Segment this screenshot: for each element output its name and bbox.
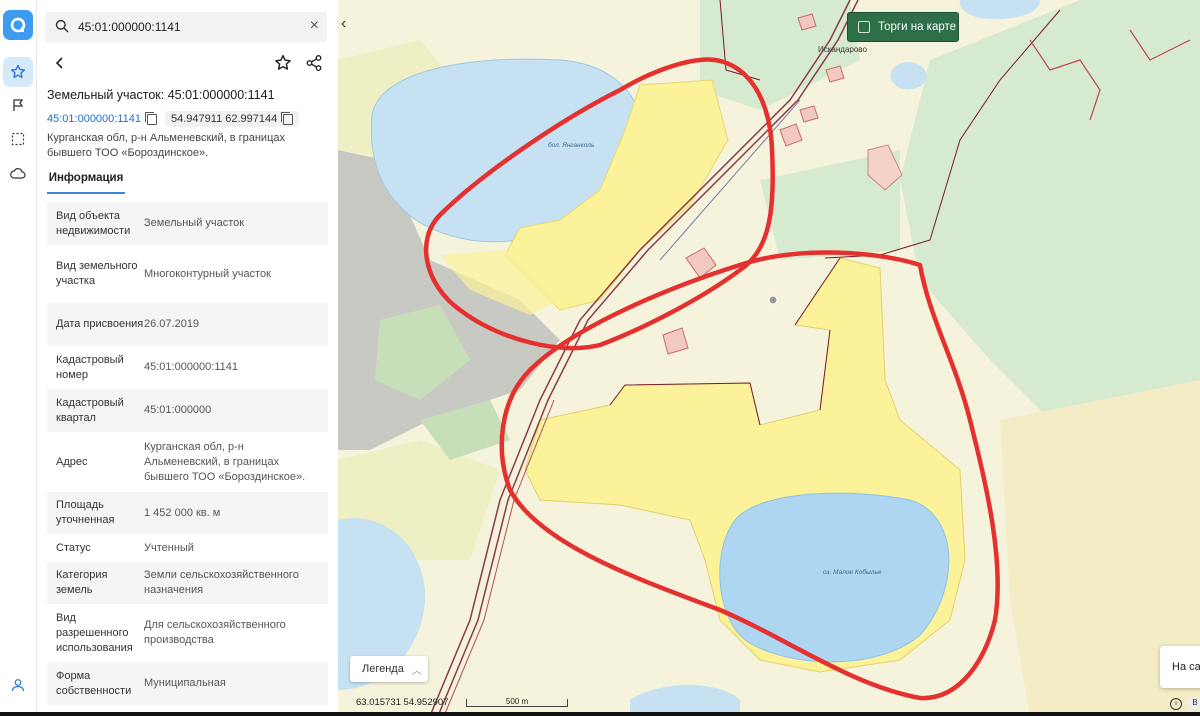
- row-key: Вид разрешенного использования: [56, 611, 133, 654]
- row-key: Статус: [56, 541, 91, 554]
- page-title: Земельный участок: 45:01:000000:1141: [47, 88, 275, 102]
- table-row: Категория земель Земли сельскохозяйственн…: [47, 562, 328, 604]
- torgi-on-map-toggle[interactable]: Торги на карте: [847, 12, 959, 42]
- tab-information[interactable]: Информация: [47, 164, 125, 194]
- partial-card-label: На са: [1172, 661, 1200, 673]
- table-row: Дата присвоения 26.07.2019: [47, 303, 328, 346]
- row-value: Земли сельскохозяйственного назначения: [144, 569, 299, 596]
- table-row: Вид земельного участка Многоконтурный уча…: [47, 245, 328, 303]
- legend-label: Легенда: [362, 663, 404, 675]
- clear-search-icon[interactable]: ×: [310, 18, 319, 34]
- row-value: 26.07.2019: [144, 318, 200, 330]
- favorites-star-icon[interactable]: [3, 57, 33, 87]
- row-key: Вид объекта недвижимости: [56, 209, 131, 237]
- lake2-label: оз. Малое Кобылье: [823, 568, 882, 576]
- chevron-up-icon: ︿: [411, 665, 422, 677]
- coordinates-text: 54.947911 62.997144: [171, 113, 278, 125]
- search-bar[interactable]: 45:01:000000:1141 ×: [45, 12, 327, 42]
- row-key: Дата присвоения: [56, 318, 144, 330]
- table-row: Вид разрешенного использования Для сельск…: [47, 604, 328, 662]
- coordinates-chip[interactable]: 54.947911 62.997144: [165, 111, 300, 127]
- row-value: 1 452 000 кв. м: [144, 506, 221, 519]
- cloud-icon[interactable]: [3, 158, 33, 188]
- select-area-icon[interactable]: [3, 124, 33, 154]
- flag-icon[interactable]: [3, 90, 33, 120]
- copy-cadastral-icon[interactable]: [145, 111, 157, 125]
- lake1-label: бол. Янганколь: [548, 141, 595, 149]
- row-value: Муниципальная: [144, 677, 226, 689]
- b-icon[interactable]: B: [1188, 697, 1200, 709]
- map-view[interactable]: Искандарово бол. Янганколь оз. Малое Коб…: [338, 0, 1200, 716]
- row-key: Вид земельного участка: [56, 260, 138, 287]
- row-key: Площадь уточненная: [56, 499, 115, 526]
- row-value: Земельный участок: [144, 217, 245, 229]
- table-row: Площадь уточненная 1 452 000 кв. м: [47, 492, 328, 534]
- row-value: 45:01:000000:1141: [144, 361, 238, 373]
- row-value: 45:01:000000: [144, 404, 212, 416]
- search-icon: [55, 19, 69, 38]
- coordinate-readout: 63.015731 54.952907: [356, 697, 449, 708]
- map-canvas[interactable]: Искандарово бол. Янганколь оз. Малое Коб…: [338, 0, 1200, 716]
- torgi-label: Торги на карте: [878, 21, 957, 33]
- row-key: Кадастровый квартал: [56, 396, 124, 424]
- torgi-checkbox[interactable]: [858, 21, 870, 33]
- row-key: Кадастровый номер: [56, 353, 124, 381]
- user-profile-icon[interactable]: [3, 670, 33, 700]
- table-row: Статус Учтенный: [47, 534, 328, 562]
- legend-button[interactable]: Легенда ︿: [350, 656, 428, 682]
- row-key: Категория земель: [56, 569, 108, 596]
- bottom-border: [0, 712, 1200, 716]
- table-row: Вид объекта недвижимости Земельный участо…: [47, 202, 328, 245]
- scale-label: 500 m: [505, 697, 529, 706]
- copy-coordinates-icon[interactable]: [281, 111, 294, 125]
- icon-rail: [0, 0, 37, 716]
- table-row: Форма собственности Муниципальная: [47, 662, 328, 705]
- partial-card[interactable]: На са: [1160, 646, 1200, 688]
- table-row: Кадастровый номер 45:01:000000:1141: [47, 346, 328, 389]
- share-icon[interactable]: [305, 54, 323, 77]
- cadastral-number-link[interactable]: 45:01:000000:1141: [47, 113, 141, 125]
- row-key: Форма собственности: [56, 669, 132, 697]
- identifier-row: 45:01:000000:1141 54.947911 62.997144: [47, 110, 300, 128]
- search-input[interactable]: 45:01:000000:1141: [78, 20, 181, 34]
- favorite-star-icon[interactable]: [274, 54, 292, 77]
- collapse-panel-chevron-icon[interactable]: ‹: [341, 15, 346, 33]
- row-value: Многоконтурный участок: [144, 267, 271, 280]
- table-row: Кадастровый квартал 45:01:000000: [47, 389, 328, 432]
- address-text: Курганская обл, р-н Альменевский, в гран…: [47, 132, 285, 159]
- row-key: Адрес: [56, 455, 88, 468]
- back-chevron-icon[interactable]: [53, 56, 67, 75]
- table-row: Адрес Курганская обл, р-н Альменевский, в…: [47, 432, 328, 492]
- info-icon[interactable]: i: [1170, 698, 1182, 710]
- property-panel: 45:01:000000:1141 × Земельный участок: 4…: [37, 0, 338, 716]
- row-value: Курганская обл, р-н Альменевский, в гран…: [144, 440, 306, 483]
- village-label: Искандарово: [818, 45, 867, 54]
- attributes-table: Вид объекта недвижимости Земельный участо…: [47, 202, 328, 705]
- app-logo-icon[interactable]: [3, 10, 33, 40]
- scale-bar: 500 m: [466, 697, 568, 707]
- row-value: Учтенный: [144, 541, 194, 554]
- row-value: Для сельскохозяйственного производства: [144, 619, 286, 646]
